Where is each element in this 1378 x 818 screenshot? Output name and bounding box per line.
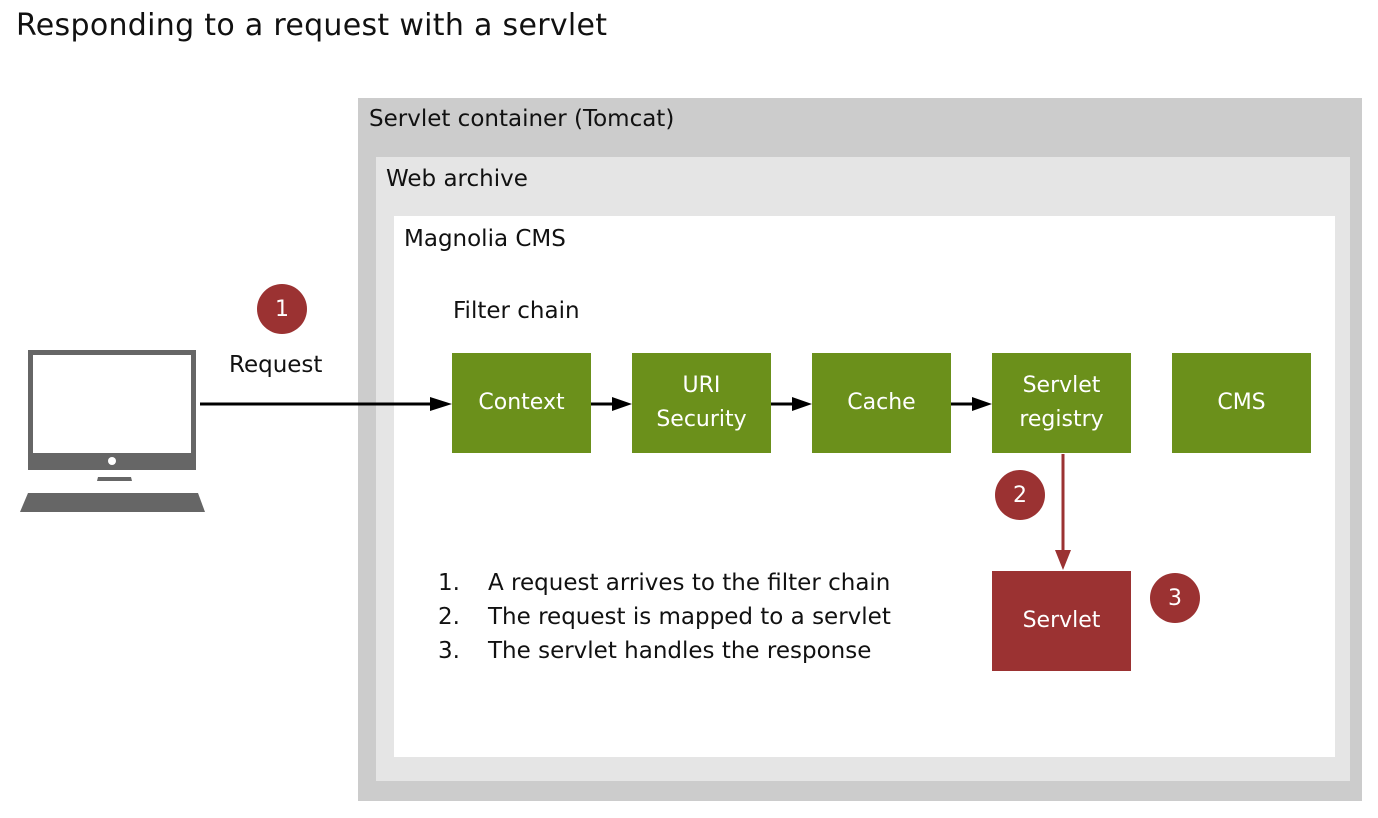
chain-arrow [591,397,632,411]
step-item: 3. The servlet handles the response [438,634,891,668]
step-text: The servlet handles the response [488,638,872,664]
filter-context: Context [452,353,591,453]
step-number: 1. [438,570,460,596]
servlet-box: Servlet [992,571,1131,671]
request-label: Request [229,352,323,378]
step-number: 2. [438,604,460,630]
step-item: 1. A request arrives to the filter chain [438,566,891,600]
step-number: 3. [438,638,460,664]
filter-cache: Cache [812,353,951,453]
filter-uri-security: URI Security [632,353,771,453]
request-arrow [200,397,452,411]
step-text: The request is mapped to a servlet [488,604,891,630]
steps-list: 1. A request arrives to the filter chain… [438,566,891,668]
computer-icon [20,350,205,512]
chain-arrow [951,397,992,411]
filter-cms: CMS [1172,353,1311,453]
filter-servlet-registry: Servlet registry [992,353,1131,453]
step-text: A request arrives to the filter chain [488,570,891,596]
step-badge-3: 3 [1150,573,1200,623]
step-badge-2: 2 [995,470,1045,520]
step-item: 2. The request is mapped to a servlet [438,600,891,634]
step-badge-1: 1 [257,284,307,334]
chain-arrow [771,397,812,411]
mapping-arrow [1055,454,1071,570]
